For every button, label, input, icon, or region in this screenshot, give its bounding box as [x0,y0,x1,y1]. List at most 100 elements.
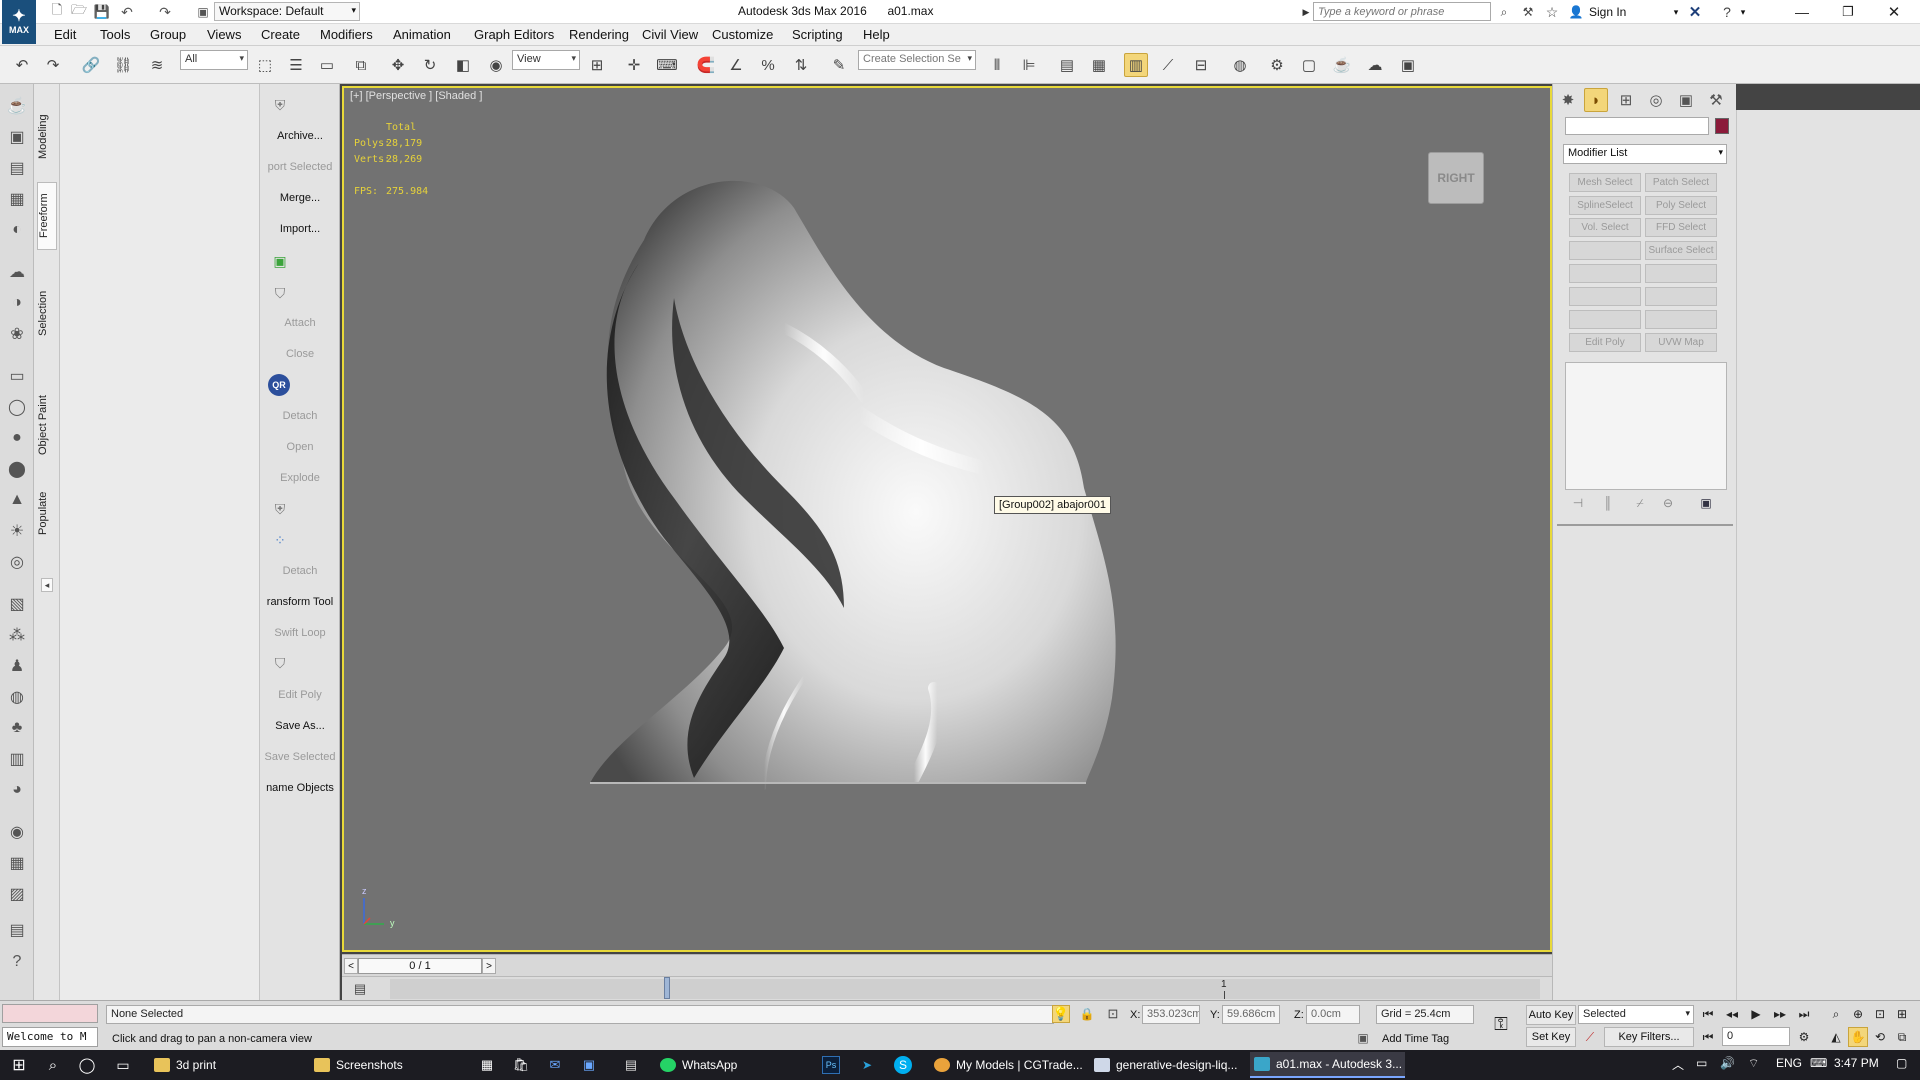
show-end-result-icon[interactable]: ║ [1599,494,1617,512]
omni-light-icon[interactable]: ◎ [5,550,29,574]
menu-scripting[interactable]: Scripting [792,27,843,42]
qr-circle-icon[interactable]: QR [268,374,290,396]
make-unique-icon[interactable]: ⌿ [1631,494,1649,512]
window-crossing-icon[interactable]: ⧉ [349,53,373,77]
scene-explorer-icon[interactable]: ▤ [5,156,29,180]
undo-icon[interactable]: ↶ [118,3,136,21]
help-icon[interactable]: ? [1718,3,1736,21]
perspective-viewport[interactable]: [+] [Perspective ] [Shaded ] Total Polys… [342,86,1552,952]
keyboard-icon[interactable]: ⌨ [1810,1056,1827,1070]
taskbar-item-3ds-max[interactable]: a01.max - Autodesk 3... [1250,1052,1405,1078]
restore-icon[interactable]: ❐ [1836,2,1860,22]
sun-icon[interactable]: ☀ [5,519,29,543]
viewcube[interactable]: RIGHT [1428,152,1484,204]
orbit-icon[interactable]: ⟲ [1870,1027,1890,1047]
object-name-field[interactable] [1565,117,1709,135]
zoom-all-icon[interactable]: ⊕ [1848,1004,1868,1024]
taskbar-item-3d-print[interactable]: 3d print [150,1052,305,1078]
prev-frame-arrow-icon[interactable]: < [344,958,358,974]
remove-modifier-icon[interactable]: ⊖ [1659,494,1677,512]
keyboard-shortcut-override-icon[interactable]: ⌨ [655,53,679,77]
named-selection-dropdown[interactable]: Create Selection Se ▾ [858,50,976,70]
isolate-selection-icon[interactable]: 💡 [1052,1005,1070,1023]
default-tangents-icon[interactable]: ⟋ [1580,1028,1600,1047]
empty-modifier-button[interactable] [1569,264,1641,283]
sign-in-link[interactable]: Sign In [1589,5,1626,19]
mesh-select-button[interactable]: Mesh Select [1569,173,1641,192]
empty-modifier-button[interactable] [1645,287,1717,306]
menu-customize[interactable]: Customize [712,27,773,42]
vol-select-button[interactable]: Vol. Select [1569,218,1641,237]
telegram-icon[interactable]: ➤ [858,1056,876,1074]
key-mode-dropdown[interactable]: Selected ▾ [1578,1005,1694,1024]
empty-modifier-button[interactable] [1645,264,1717,283]
time-slider-thumb[interactable]: 0 / 1 [358,958,482,974]
activeshade-icon[interactable]: ◑ [5,291,29,315]
field-of-view-icon[interactable]: ◭ [1826,1027,1846,1047]
calculator-icon[interactable]: ▦ [478,1056,496,1074]
percent-snap-icon[interactable]: % [756,53,780,77]
scripting-icon[interactable]: ▤ [5,918,29,942]
render-setup-icon[interactable]: ⚙ [1265,53,1289,77]
teapot-icon[interactable]: ☕ [5,94,29,118]
menu-civil-view[interactable]: Civil View [642,27,698,42]
maxscript-listener-field[interactable]: Welcome to M [2,1027,98,1047]
export-selected-button[interactable]: port Selected [262,161,338,173]
select-object-icon[interactable]: ⬚ [253,53,277,77]
open-file-icon[interactable]: 🗁 [70,2,88,21]
modifier-stack-list[interactable] [1565,362,1727,490]
move-icon[interactable]: ✥ [386,53,410,77]
tray-chevron-icon[interactable]: ︿ [1672,1056,1684,1073]
cortana-icon[interactable]: ◯ [78,1056,96,1074]
close-icon[interactable]: ✕ [1882,2,1906,22]
material-sphere-icon[interactable]: ◉ [5,820,29,844]
key-mode-toggle-icon[interactable]: ⏮ [1698,1027,1718,1047]
new-file-icon[interactable]: 🗋 [48,2,66,21]
taskbar-item-screenshots[interactable]: Screenshots [310,1052,465,1078]
select-manipulate-icon[interactable]: ✛ [622,53,646,77]
help-circle-icon[interactable]: ? [5,950,29,974]
scanner-icon[interactable]: ▤ [622,1056,640,1074]
rename-objects-button[interactable]: name Objects [262,782,338,794]
signin-dropdown-icon[interactable]: ▾ [1670,4,1682,20]
green-capture-icon[interactable]: ▣ [268,250,292,272]
modify-tab-icon[interactable]: ◗ [1584,88,1608,112]
taskbar-item-chrome-cgtrader[interactable]: My Models | CGTrade... [930,1052,1085,1078]
plane-icon[interactable]: ▭ [5,364,29,388]
viewport-layout-icon[interactable]: ▣ [5,125,29,149]
search-icon[interactable]: ⌕ [44,1056,62,1074]
object-color-swatch[interactable] [1715,118,1729,134]
uvw-map-button[interactable]: UVW Map [1645,333,1717,352]
sphere-icon[interactable]: ● [5,426,29,450]
empty-modifier-button[interactable] [1569,310,1641,329]
volume-icon[interactable]: 🔊 [1720,1056,1735,1070]
cone-icon[interactable]: ▲ [5,488,29,512]
open-button[interactable]: Open [262,441,338,453]
bind-space-warp-icon[interactable]: ≋ [145,53,169,77]
render-production-icon[interactable]: ☕ [1330,53,1354,77]
windows-start-icon[interactable]: ⊞ [10,1056,28,1074]
character-icon[interactable]: ♟ [5,654,29,678]
play-icon[interactable]: ▶ [1746,1004,1766,1024]
place-icon[interactable]: ◉ [484,53,508,77]
globe-icon[interactable]: ◍ [5,685,29,709]
set-key-button[interactable]: Set Key [1526,1027,1576,1047]
notifications-icon[interactable]: ▢ [1896,1056,1907,1070]
time-configuration-icon[interactable]: ⚙ [1794,1027,1814,1047]
subscription-icon[interactable]: ⚒ [1519,3,1537,21]
particle-icon[interactable]: ⁂ [5,623,29,647]
key-icon[interactable]: ⚿ [1488,1011,1514,1037]
save-as-button[interactable]: Save As... [262,720,338,732]
search-input[interactable] [1313,2,1491,21]
menu-help[interactable]: Help [863,27,890,42]
toggle-ribbon-icon[interactable]: ▦ [1087,53,1111,77]
ffd-select-button[interactable]: FFD Select [1645,218,1717,237]
mirror-icon[interactable]: ⫴ [985,53,1009,77]
spinner-snap-icon[interactable]: ⇅ [789,53,813,77]
import-button[interactable]: Import... [262,223,338,235]
reference-coordinate-dropdown[interactable]: View ▾ [512,50,580,70]
x-coordinate-field[interactable]: 353.023cm [1142,1005,1200,1024]
patch-select-button[interactable]: Patch Select [1645,173,1717,192]
swift-loop-button[interactable]: Swift Loop [262,627,338,639]
save-icon[interactable]: 💾 [93,3,111,21]
